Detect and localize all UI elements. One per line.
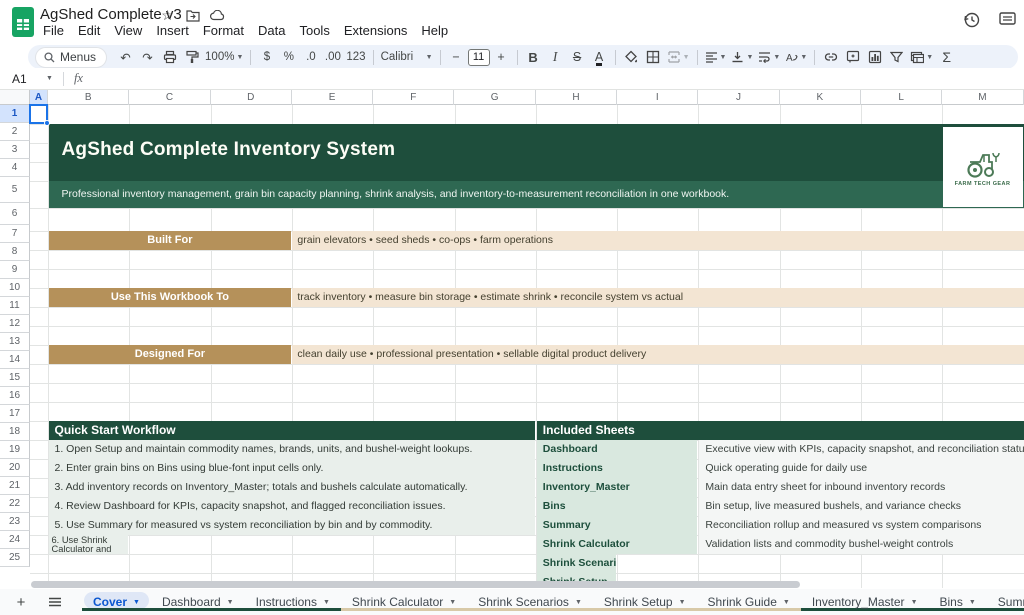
included-sheet-desc-2[interactable]: Main data entry sheet for inbound invent… — [699, 478, 1024, 497]
sheet-tab-shrink-guide[interactable]: Shrink Guide▼ — [697, 589, 801, 615]
tab-menu-caret-icon[interactable]: ▼ — [227, 599, 234, 606]
info-value-2[interactable]: clean daily use • professional presentat… — [292, 345, 1024, 364]
cover-title: AgShed Complete Inventory System — [49, 124, 1024, 161]
tractor-logo-icon — [963, 148, 1003, 178]
tab-menu-caret-icon[interactable]: ▼ — [679, 599, 686, 606]
tab-menu-caret-icon[interactable]: ▼ — [969, 599, 976, 606]
workflow-step-2[interactable]: 2. Enter grain bins on Bins using blue-f… — [49, 459, 535, 478]
fill-handle[interactable] — [44, 120, 50, 126]
sheet-tab-bar: + Cover▼Dashboard▼Instructions▼Shrink Ca… — [0, 589, 1024, 615]
brand-logo-caption: FARM TECH GEAR — [955, 181, 1011, 187]
included-sheet-name-6[interactable]: Shrink Scenarios — [537, 554, 616, 573]
info-label-0[interactable]: Built For — [49, 231, 292, 250]
info-value-1[interactable]: track inventory • measure bin storage • … — [292, 288, 1024, 307]
google-sheets-app: AgShed Complete v3 ☆ FileEditViewInsertF… — [0, 0, 1024, 615]
included-sheet-name-2[interactable]: Inventory_Master — [537, 478, 697, 497]
sheet-tab-bins[interactable]: Bins▼ — [929, 589, 987, 615]
cover-subtitle-band[interactable]: Professional inventory management, grain… — [49, 181, 1024, 208]
workflow-table-header[interactable]: Quick Start Workflow — [49, 421, 535, 440]
cover-banner[interactable]: AgShed Complete Inventory System — [49, 124, 1024, 181]
sheet-tab-dashboard[interactable]: Dashboard▼ — [151, 589, 245, 615]
info-label-1[interactable]: Use This Workbook To — [49, 288, 292, 307]
included-sheets-header[interactable]: Included Sheets — [537, 421, 1024, 440]
add-sheet-button[interactable]: + — [8, 591, 34, 613]
included-sheet-name-4[interactable]: Summary — [537, 516, 697, 535]
sheet-tab-summary[interactable]: Summary▼ — [987, 589, 1024, 615]
sheet-tab-shrink-setup[interactable]: Shrink Setup▼ — [593, 589, 697, 615]
workflow-step-3[interactable]: 3. Add inventory records on Inventory_Ma… — [49, 478, 535, 497]
included-sheet-desc-4[interactable]: Reconciliation rollup and measured vs sy… — [699, 516, 1024, 535]
info-value-0[interactable]: grain elevators • seed sheds • co-ops • … — [292, 231, 1024, 250]
sheet-tab-cover[interactable]: Cover▼ — [82, 589, 151, 615]
sheet-tab-instructions[interactable]: Instructions▼ — [245, 589, 341, 615]
brand-logo-card: FARM TECH GEAR — [943, 127, 1023, 207]
tab-menu-caret-icon[interactable]: ▼ — [449, 599, 456, 606]
included-sheet-name-5[interactable]: Shrink Calculator — [537, 535, 697, 554]
info-label-2[interactable]: Designed For — [49, 345, 292, 364]
tab-menu-caret-icon[interactable]: ▼ — [911, 599, 918, 606]
tab-menu-caret-icon[interactable]: ▼ — [133, 599, 140, 606]
tab-menu-caret-icon[interactable]: ▼ — [575, 599, 582, 606]
tab-menu-caret-icon[interactable]: ▼ — [783, 599, 790, 606]
workflow-step-6[interactable]: 6. Use Shrink Calculator and — [49, 535, 129, 554]
workflow-step-1[interactable]: 1. Open Setup and maintain commodity nam… — [49, 440, 535, 459]
included-sheet-name-1[interactable]: Instructions — [537, 459, 697, 478]
included-sheet-desc-1[interactable]: Quick operating guide for daily use — [699, 459, 1024, 478]
included-sheet-desc-5[interactable]: Validation lists and commodity bushel-we… — [699, 535, 1024, 554]
all-sheets-button[interactable] — [42, 591, 68, 613]
workflow-step-4[interactable]: 4. Review Dashboard for KPIs, capacity s… — [49, 497, 535, 516]
tab-menu-caret-icon[interactable]: ▼ — [323, 599, 330, 606]
all-sheets-icon — [48, 597, 62, 607]
sheet-tab-inventory-master[interactable]: Inventory_Master▼ — [801, 589, 929, 615]
workflow-step-5[interactable]: 5. Use Summary for measured vs system re… — [49, 516, 535, 535]
included-sheet-name-0[interactable]: Dashboard — [537, 440, 697, 459]
sheet-tab-shrink-calculator[interactable]: Shrink Calculator▼ — [341, 589, 467, 615]
included-sheet-name-3[interactable]: Bins — [537, 497, 697, 516]
included-sheet-desc-0[interactable]: Executive view with KPIs, capacity snaps… — [699, 440, 1024, 459]
included-sheet-desc-3[interactable]: Bin setup, live measured bushels, and va… — [699, 497, 1024, 516]
sheet-tab-shrink-scenarios[interactable]: Shrink Scenarios▼ — [467, 589, 593, 615]
horizontal-scrollbar[interactable] — [31, 581, 800, 588]
